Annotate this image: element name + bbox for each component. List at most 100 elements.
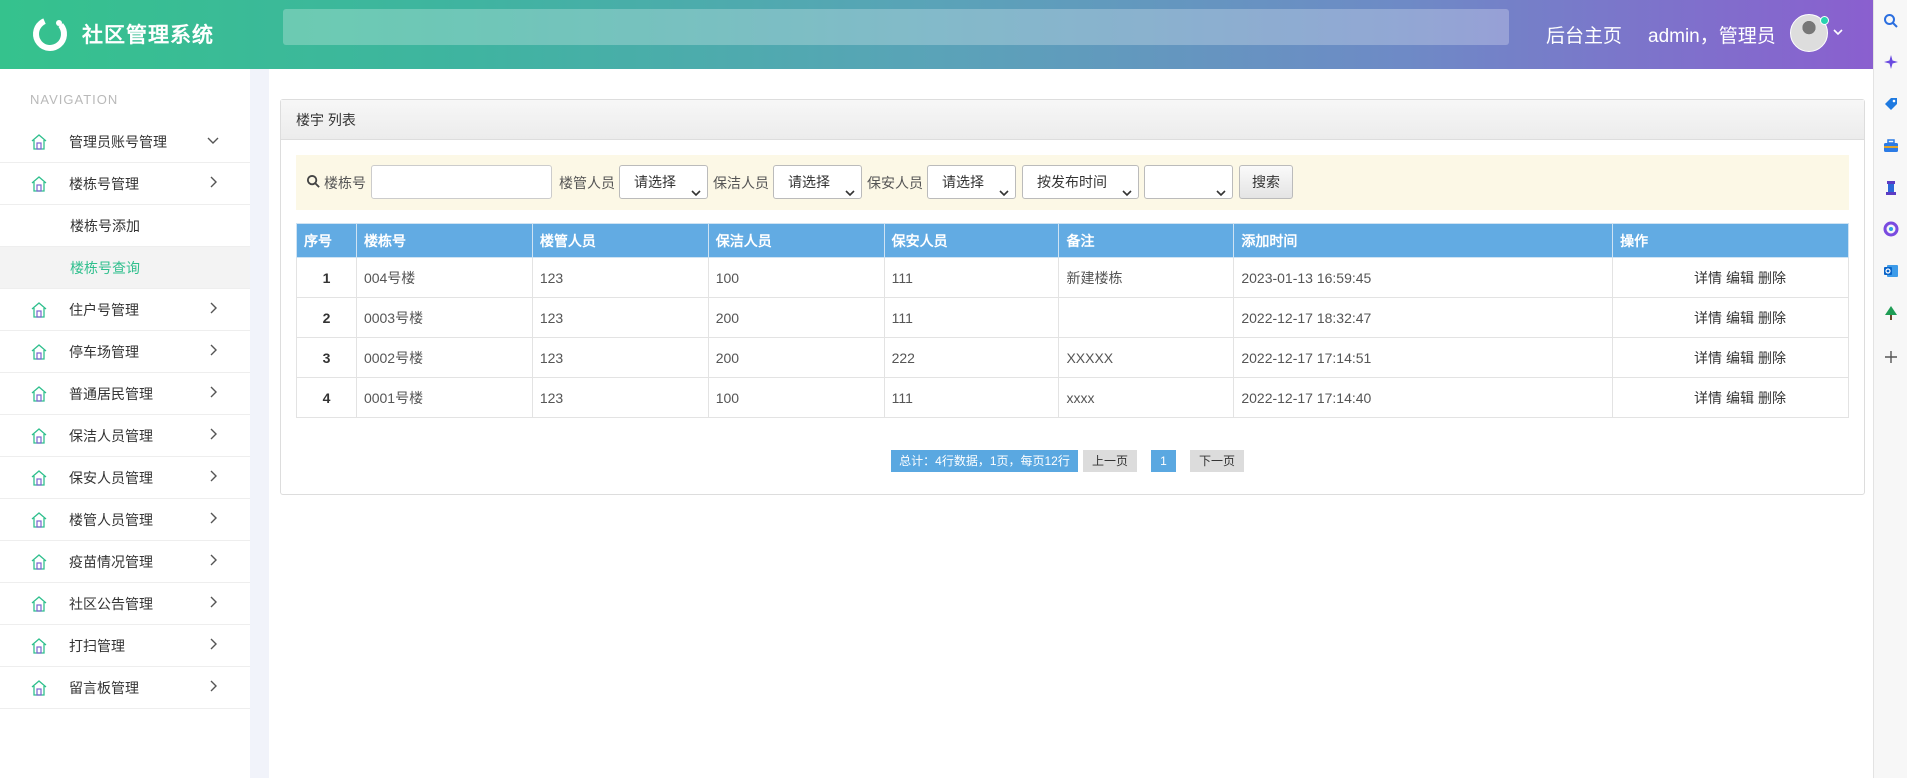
header-search-bar[interactable] (283, 9, 1509, 45)
chevron-down-icon (206, 133, 220, 147)
cell-building: 0002号楼 (355, 337, 533, 378)
sidebar-item[interactable]: 社区公告管理 (0, 583, 250, 625)
sidebar-item-label: 住户号管理 (69, 301, 139, 318)
building-input[interactable] (371, 165, 552, 199)
browser-sidebar (1873, 0, 1907, 778)
chevron-down-icon (691, 177, 701, 197)
office-icon[interactable] (1883, 221, 1899, 237)
chevron-right-icon (206, 469, 220, 483)
home-icon (30, 301, 48, 319)
sidebar-item[interactable]: 管理员账号管理 (0, 121, 250, 163)
sidebar-item-label: 普通居民管理 (69, 385, 153, 402)
detail-link[interactable]: 详情 (1694, 350, 1722, 366)
search-button[interactable]: 搜索 (1239, 165, 1293, 199)
sidebar-item-label: 管理员账号管理 (69, 133, 167, 150)
detail-link[interactable]: 详情 (1694, 390, 1722, 406)
delete-link[interactable]: 删除 (1758, 310, 1786, 326)
chevron-right-icon (206, 511, 220, 525)
top-header: 社区管理系统 后台主页 admin，管理员 (0, 0, 1873, 69)
table-row: 3 0002号楼 123 200 222 XXXXX 2022-12-17 17:14:51… (296, 337, 1849, 378)
tag-icon[interactable] (1883, 96, 1899, 112)
cell-guard: 111 (883, 297, 1060, 338)
manager-select[interactable]: 请选择 (619, 165, 708, 199)
guard-select-value: 请选择 (942, 174, 984, 190)
sidebar-subitem[interactable]: 楼栋号查询 (0, 247, 250, 289)
sidebar-item-label: 保洁人员管理 (69, 427, 153, 444)
plus-icon[interactable] (1883, 349, 1899, 365)
panel-title: 楼宇 列表 (281, 100, 1864, 140)
prev-page-button[interactable]: 上一页 (1083, 450, 1137, 472)
sidebar-item[interactable]: 住户号管理 (0, 289, 250, 331)
cell-remark (1058, 297, 1235, 338)
cleaner-select-value: 请选择 (788, 174, 830, 190)
sidebar-item[interactable]: 普通居民管理 (0, 373, 250, 415)
delete-link[interactable]: 删除 (1758, 390, 1786, 406)
sidebar-item[interactable]: 打扫管理 (0, 625, 250, 667)
sidebar-item[interactable]: 楼管人员管理 (0, 499, 250, 541)
cell-remark: 新建楼栋 (1058, 257, 1235, 298)
delete-link[interactable]: 删除 (1758, 270, 1786, 286)
order-select[interactable] (1144, 165, 1233, 199)
cell-guard: 111 (883, 377, 1060, 418)
detail-link[interactable]: 详情 (1694, 270, 1722, 286)
sidebar-item[interactable]: 保安人员管理 (0, 457, 250, 499)
sidebar-item-label: 打扫管理 (69, 637, 125, 654)
list-panel: 楼宇 列表 楼栋号 楼管人员 请选择 保洁人员 请选择 保安人员 请选择 按发布… (280, 99, 1865, 495)
edit-link[interactable]: 编辑 (1726, 310, 1754, 326)
chevron-right-icon (206, 553, 220, 567)
column-header: 备注 (1058, 223, 1235, 258)
pager-total: 总计：4行数据，1页，每页12行 (891, 450, 1078, 472)
edit-link[interactable]: 编辑 (1726, 350, 1754, 366)
sidebar-item[interactable]: 疫苗情况管理 (0, 541, 250, 583)
sort-select[interactable]: 按发布时间 (1022, 165, 1139, 199)
sidebar-item[interactable]: 停车场管理 (0, 331, 250, 373)
column-header: 保洁人员 (707, 223, 885, 258)
detail-link[interactable]: 详情 (1694, 310, 1722, 326)
cell-guard: 222 (883, 337, 1060, 378)
sidebar-item-label: 疫苗情况管理 (69, 553, 153, 570)
main-content: 楼宇 列表 楼栋号 楼管人员 请选择 保洁人员 请选择 保安人员 请选择 按发布… (250, 69, 1873, 778)
chevron-right-icon (206, 427, 220, 441)
next-page-button[interactable]: 下一页 (1190, 450, 1244, 472)
cell-building: 004号楼 (355, 257, 533, 298)
app-logo[interactable]: 社区管理系统 (30, 14, 214, 54)
sidebar-item-label: 保安人员管理 (69, 469, 153, 486)
sidebar-subitem[interactable]: 楼栋号添加 (0, 205, 250, 247)
edit-link[interactable]: 编辑 (1726, 390, 1754, 406)
tree-icon[interactable] (1883, 305, 1899, 321)
cell-remark: XXXXX (1058, 337, 1235, 378)
chess-icon[interactable] (1883, 180, 1899, 196)
cleaner-select[interactable]: 请选择 (773, 165, 862, 199)
column-header: 楼栋号 (355, 223, 533, 258)
home-icon (30, 595, 48, 613)
sidebar-item[interactable]: 保洁人员管理 (0, 415, 250, 457)
chevron-right-icon (206, 175, 220, 189)
chevron-right-icon (206, 679, 220, 693)
toolbox-icon[interactable] (1883, 138, 1899, 154)
search-icon (306, 174, 322, 190)
home-icon (30, 511, 48, 529)
home-icon (30, 427, 48, 445)
cell-cleaner: 100 (707, 257, 885, 298)
outlook-icon[interactable] (1883, 263, 1899, 279)
avatar[interactable] (1790, 14, 1829, 52)
home-link[interactable]: 后台主页 (1546, 21, 1622, 48)
sparkle-icon[interactable] (1883, 54, 1899, 70)
page-number-button[interactable]: 1 (1151, 450, 1176, 472)
user-name[interactable]: admin，管理员 (1648, 21, 1776, 48)
home-icon (30, 637, 48, 655)
chevron-down-icon[interactable] (1833, 27, 1843, 40)
edit-link[interactable]: 编辑 (1726, 270, 1754, 286)
chevron-right-icon (206, 343, 220, 357)
cell-manager: 123 (531, 377, 709, 418)
sidebar-item[interactable]: 留言板管理 (0, 667, 250, 709)
chevron-right-icon (206, 595, 220, 609)
guard-select[interactable]: 请选择 (927, 165, 1016, 199)
column-header: 保安人员 (883, 223, 1060, 258)
cell-no: 3 (296, 337, 357, 378)
manager-label: 楼管人员 (559, 175, 615, 191)
delete-link[interactable]: 删除 (1758, 350, 1786, 366)
sidebar-item[interactable]: 楼栋号管理 (0, 163, 250, 205)
search-icon[interactable] (1883, 13, 1899, 29)
cell-manager: 123 (531, 337, 709, 378)
